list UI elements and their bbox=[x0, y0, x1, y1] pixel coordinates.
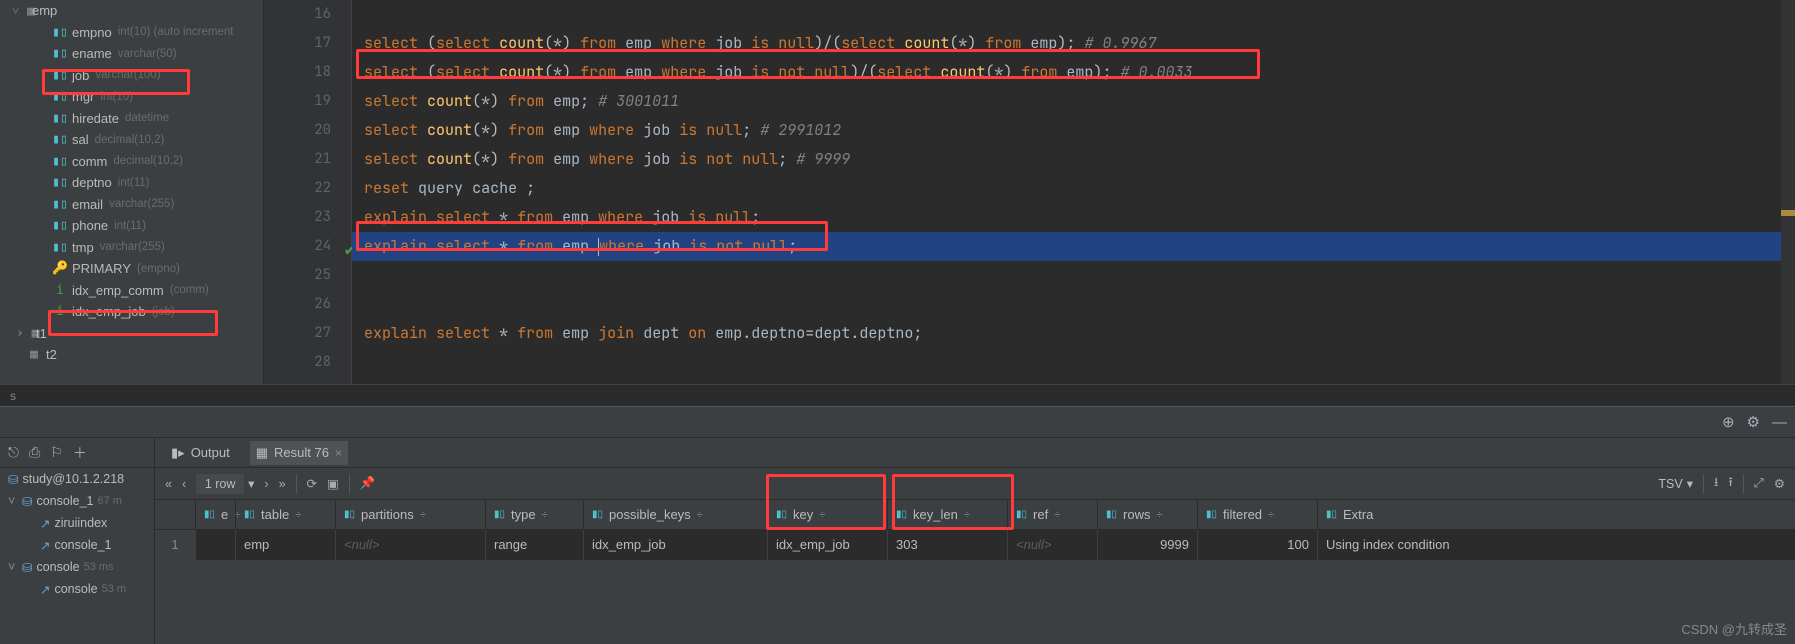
format-select[interactable]: TSV ▾ bbox=[1658, 476, 1693, 491]
gear-icon[interactable]: ⚙ bbox=[1774, 476, 1785, 491]
filter-icon[interactable]: ⎋ bbox=[8, 444, 19, 461]
col-filtered[interactable]: ▮▯filtered÷ bbox=[1197, 500, 1317, 529]
code-line-20[interactable]: select count(*) from emp where job is nu… bbox=[352, 116, 1781, 145]
result-tabs: ▮▸Output ▦Result 76× bbox=[155, 438, 1795, 468]
next-page-icon[interactable]: › bbox=[264, 477, 268, 491]
code-marks-gutter bbox=[1781, 0, 1795, 384]
col-key[interactable]: ▮▯key÷ bbox=[767, 500, 887, 529]
tree-col-email[interactable]: ▮▯emailvarchar(255) bbox=[0, 194, 263, 216]
code-line-28[interactable] bbox=[352, 348, 1781, 377]
code-line-21[interactable]: select count(*) from emp where job is no… bbox=[352, 145, 1781, 174]
tree-col-hiredate[interactable]: ▮▯hiredatedatetime bbox=[0, 108, 263, 130]
prev-page-icon[interactable]: ‹ bbox=[182, 477, 186, 491]
console-1b[interactable]: ↗console_1 bbox=[0, 534, 154, 556]
code-editor[interactable]: select (select count(*) from emp where j… bbox=[352, 0, 1781, 384]
bookmark-icon[interactable]: ⚐ bbox=[50, 444, 63, 461]
console-1[interactable]: ˅⛁console_167 m bbox=[0, 490, 154, 512]
col-key-len[interactable]: ▮▯key_len÷ bbox=[887, 500, 1007, 529]
code-line-23[interactable]: explain select * from emp where job is n… bbox=[352, 203, 1781, 232]
problems-tab-label: s bbox=[0, 384, 1795, 406]
code-line-24[interactable]: explain select * from emp where job is n… bbox=[352, 232, 1781, 261]
tree-col-deptno[interactable]: ▮▯deptnoint(11) bbox=[0, 172, 263, 194]
col-type[interactable]: ▮▯type÷ bbox=[485, 500, 583, 529]
gear-icon[interactable]: ⚙ bbox=[1747, 413, 1760, 431]
col-rows[interactable]: ▮▯rows÷ bbox=[1097, 500, 1197, 529]
watermark: CSDN @九转成圣 bbox=[1681, 619, 1787, 638]
tree-key-primary[interactable]: 🔑PRIMARY(empno) bbox=[0, 258, 263, 280]
code-line-26[interactable] bbox=[352, 290, 1781, 319]
result-grid-header: ▮▯e÷ ▮▯table÷ ▮▯partitions÷ ▮▯type÷ ▮▯po… bbox=[155, 500, 1795, 530]
expand-icon[interactable]: ⤢ bbox=[1754, 476, 1764, 491]
services-panel[interactable]: ⎋ ⎙ ⚐ ＋ ⛁study@10.1.2.218 ˅⛁console_167 … bbox=[0, 438, 155, 644]
col-table[interactable]: ▮▯table÷ bbox=[235, 500, 335, 529]
tree-table-t1[interactable]: › ▦t1 bbox=[0, 323, 263, 345]
code-line-19[interactable]: select count(*) from emp; # 3001011 bbox=[352, 87, 1781, 116]
globe-icon[interactable]: ⊕ bbox=[1722, 413, 1735, 431]
line-gutter: 1617 1819 2021 2223 24✔ 2526 2728 bbox=[264, 0, 352, 384]
result-grid-row[interactable]: 1 emp <null> range idx_emp_job idx_emp_j… bbox=[155, 530, 1795, 560]
tree-col-tmp[interactable]: ▮▯tmpvarchar(255) bbox=[0, 237, 263, 259]
code-line-27[interactable]: explain select * from emp join dept on e… bbox=[352, 319, 1781, 348]
minimize-icon[interactable]: — bbox=[1772, 414, 1787, 431]
tree-col-sal[interactable]: ▮▯saldecimal(10,2) bbox=[0, 129, 263, 151]
last-page-icon[interactable]: » bbox=[279, 477, 286, 491]
list-icon[interactable]: ⎙ bbox=[29, 444, 40, 461]
row-number: 1 bbox=[155, 530, 195, 560]
tree-col-job[interactable]: ▮▯jobvarchar(100) bbox=[0, 65, 263, 87]
col-possible-keys[interactable]: ▮▯possible_keys÷ bbox=[583, 500, 767, 529]
console[interactable]: ˅⛁console53 ms bbox=[0, 556, 154, 578]
source-study[interactable]: ⛁study@10.1.2.218 bbox=[0, 468, 154, 490]
result-toolbar: « ‹ 1 row▾ › » ⟳ ▣ 📌 TSV ▾ ⭳ ⭱ ⤢ ⚙ bbox=[155, 468, 1795, 500]
tree-table-emp[interactable]: ˅ ▦emp bbox=[0, 0, 263, 22]
db-tree[interactable]: ˅ ▦emp ▮▯empnoint(10) (auto increment ▮▯… bbox=[0, 0, 264, 384]
first-page-icon[interactable]: « bbox=[165, 477, 172, 491]
tree-table-t2[interactable]: ▦t2 bbox=[0, 344, 263, 366]
tree-idx-emp-comm[interactable]: iidx_emp_comm(comm) bbox=[0, 280, 263, 302]
tree-idx-emp-job[interactable]: iidx_emp_job(job) bbox=[0, 301, 263, 323]
col-ref[interactable]: ▮▯ref÷ bbox=[1007, 500, 1097, 529]
col-extra[interactable]: ▮▯Extra bbox=[1317, 500, 1617, 529]
mid-toolbar: ⊕ ⚙ — bbox=[0, 406, 1795, 438]
cancel-icon[interactable]: ▣ bbox=[327, 476, 339, 491]
row-count[interactable]: 1 row bbox=[196, 474, 244, 494]
upload-icon[interactable]: ⭱ bbox=[1728, 473, 1732, 494]
col-e[interactable]: ▮▯e÷ bbox=[195, 500, 235, 529]
tree-col-empno[interactable]: ▮▯empnoint(10) (auto increment bbox=[0, 22, 263, 44]
add-icon[interactable]: ＋ bbox=[73, 443, 87, 463]
close-icon[interactable]: × bbox=[335, 446, 342, 460]
code-line-18[interactable]: select (select count(*) from emp where j… bbox=[352, 58, 1781, 87]
code-line-25[interactable] bbox=[352, 261, 1781, 290]
tree-col-phone[interactable]: ▮▯phoneint(11) bbox=[0, 215, 263, 237]
console-b[interactable]: ↗console53 m bbox=[0, 578, 154, 600]
download-icon[interactable]: ⭳ bbox=[1714, 473, 1718, 494]
tree-col-mgr[interactable]: ▮▯mgrint(10) bbox=[0, 86, 263, 108]
tree-col-comm[interactable]: ▮▯commdecimal(10,2) bbox=[0, 151, 263, 173]
tree-col-ename[interactable]: ▮▯enamevarchar(50) bbox=[0, 43, 263, 65]
code-line-17[interactable]: select (select count(*) from emp where j… bbox=[352, 29, 1781, 58]
col-partitions[interactable]: ▮▯partitions÷ bbox=[335, 500, 485, 529]
code-line-22[interactable]: reset query cache ; bbox=[352, 174, 1781, 203]
pin-icon[interactable]: 📌 bbox=[360, 476, 376, 491]
refresh-icon[interactable]: ⟳ bbox=[307, 476, 317, 491]
ziruiindex[interactable]: ↗ziruiindex bbox=[0, 512, 154, 534]
tab-result-76[interactable]: ▦Result 76× bbox=[250, 441, 348, 465]
tab-output[interactable]: ▮▸Output bbox=[165, 441, 236, 465]
code-line-16[interactable] bbox=[352, 0, 1781, 29]
